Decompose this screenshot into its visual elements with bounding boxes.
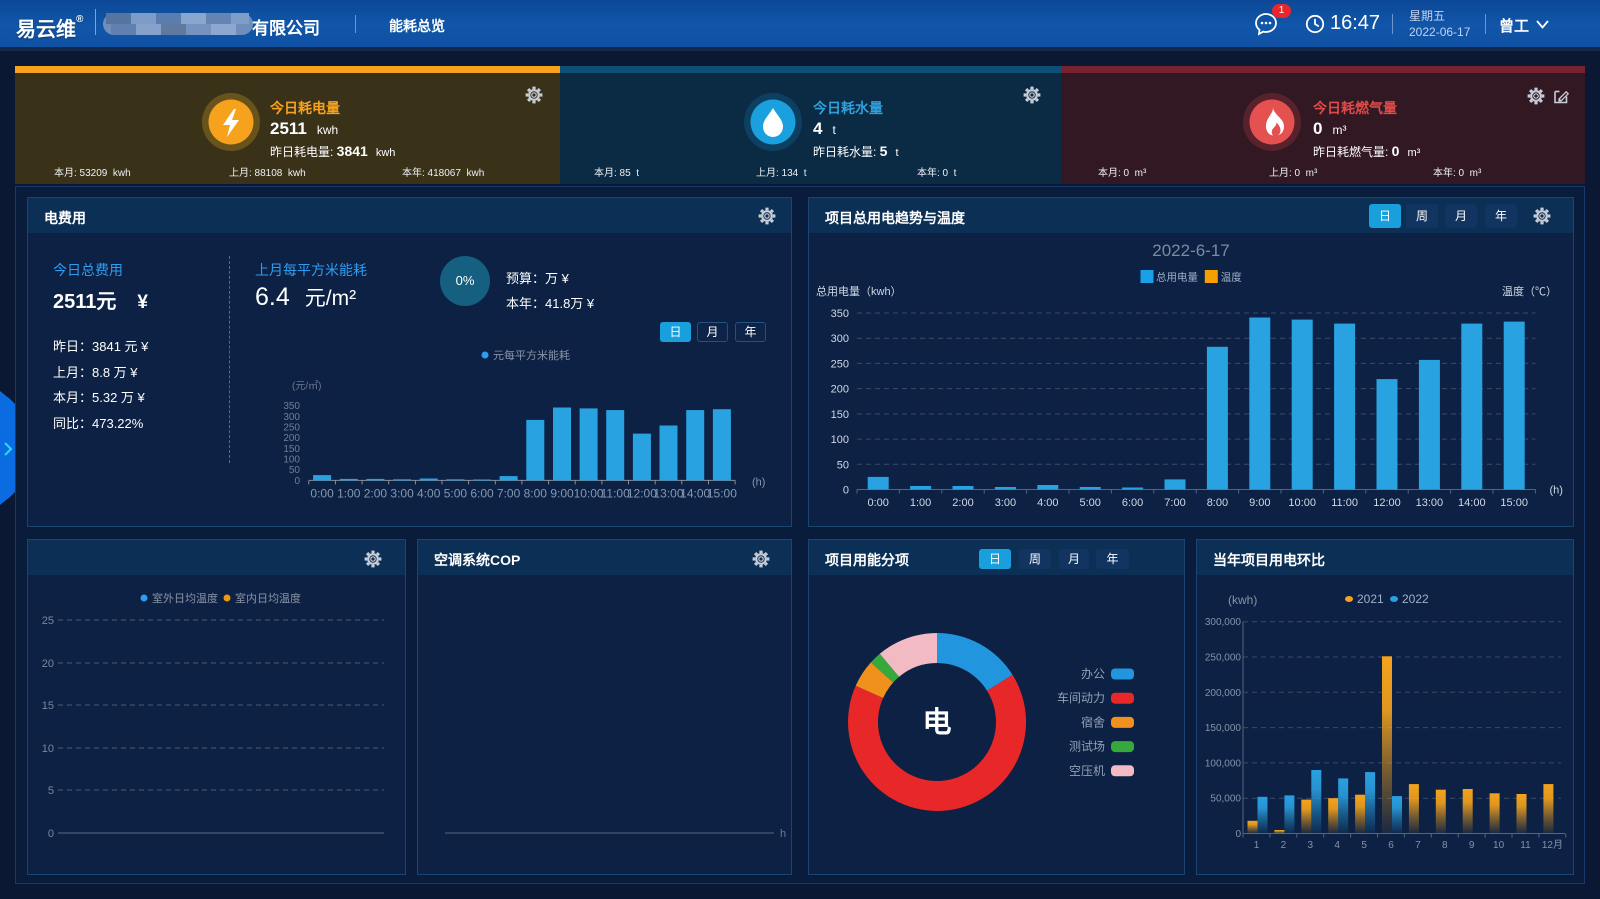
svg-text:2022-6-17: 2022-6-17 <box>1152 241 1230 260</box>
svg-text:5:00: 5:00 <box>1079 497 1100 509</box>
svg-text:150,000: 150,000 <box>1205 723 1242 734</box>
svg-text:11:00: 11:00 <box>1331 497 1358 509</box>
svg-text:6: 6 <box>1388 840 1394 851</box>
svg-text:12月: 12月 <box>1542 839 1563 851</box>
svg-text:8: 8 <box>1442 840 1448 851</box>
svg-text:0:00: 0:00 <box>867 497 888 509</box>
svg-text:4:00: 4:00 <box>417 486 441 500</box>
svg-text:1:00: 1:00 <box>337 486 361 500</box>
svg-text:150: 150 <box>831 409 849 421</box>
svg-text:(元/㎡): (元/㎡) <box>292 380 321 392</box>
svg-text:8:00: 8:00 <box>524 486 548 500</box>
svg-text:0: 0 <box>48 828 54 840</box>
svg-text:车间动力: 车间动力 <box>1057 690 1105 705</box>
svg-text:h: h <box>780 828 786 840</box>
svg-text:7:00: 7:00 <box>1164 497 1185 509</box>
svg-text:室外日均温度: 室外日均温度 <box>152 591 218 605</box>
svg-text:1:00: 1:00 <box>910 497 931 509</box>
svg-text:300,000: 300,000 <box>1205 617 1242 628</box>
svg-text:4: 4 <box>1334 840 1340 851</box>
svg-text:温度: 温度 <box>1221 271 1242 284</box>
svg-text:5: 5 <box>48 785 54 797</box>
svg-text:3:00: 3:00 <box>995 497 1016 509</box>
svg-text:2022: 2022 <box>1402 592 1429 606</box>
svg-text:7:00: 7:00 <box>497 486 521 500</box>
svg-text:250: 250 <box>831 358 849 370</box>
svg-text:300: 300 <box>283 412 300 423</box>
svg-text:10:00: 10:00 <box>574 486 604 500</box>
svg-text:250,000: 250,000 <box>1205 653 1242 664</box>
svg-text:100,000: 100,000 <box>1205 758 1242 769</box>
svg-text:0: 0 <box>843 485 849 497</box>
svg-text:6:00: 6:00 <box>470 486 494 500</box>
svg-text:15:00: 15:00 <box>1500 497 1528 509</box>
svg-text:100: 100 <box>283 455 300 466</box>
svg-text:电: 电 <box>922 706 951 739</box>
svg-text:总用电量: 总用电量 <box>1156 271 1198 284</box>
svg-text:100: 100 <box>831 434 849 446</box>
svg-text:5:00: 5:00 <box>444 486 468 500</box>
svg-text:15: 15 <box>42 700 54 712</box>
svg-text:12:00: 12:00 <box>1373 497 1401 509</box>
svg-text:150: 150 <box>283 444 300 455</box>
svg-text:20: 20 <box>42 658 54 670</box>
svg-text:0:00: 0:00 <box>310 486 334 500</box>
svg-text:8:00: 8:00 <box>1207 497 1228 509</box>
svg-text:3:00: 3:00 <box>390 486 414 500</box>
svg-text:9:00: 9:00 <box>550 486 574 500</box>
svg-text:(h): (h) <box>1550 485 1563 497</box>
svg-text:50,000: 50,000 <box>1210 794 1241 805</box>
svg-text:2:00: 2:00 <box>364 486 388 500</box>
svg-text:4:00: 4:00 <box>1037 497 1058 509</box>
svg-text:6:00: 6:00 <box>1122 497 1143 509</box>
svg-text:2: 2 <box>1281 840 1287 851</box>
svg-text:300: 300 <box>831 333 849 345</box>
svg-text:10: 10 <box>42 743 54 755</box>
svg-text:5: 5 <box>1361 840 1367 851</box>
svg-text:空压机: 空压机 <box>1069 764 1105 778</box>
svg-text:13:00: 13:00 <box>1416 497 1444 509</box>
svg-text:1: 1 <box>1254 840 1260 851</box>
svg-text:11:00: 11:00 <box>601 486 630 500</box>
svg-text:200,000: 200,000 <box>1205 688 1242 699</box>
svg-text:200: 200 <box>283 433 300 444</box>
svg-text:(h): (h) <box>752 476 765 488</box>
svg-text:350: 350 <box>283 401 300 412</box>
svg-text:25: 25 <box>42 615 54 627</box>
svg-text:室内日均温度: 室内日均温度 <box>235 591 301 605</box>
svg-text:14:00: 14:00 <box>1458 497 1486 509</box>
svg-text:宿舍: 宿舍 <box>1081 714 1105 729</box>
svg-text:10: 10 <box>1493 840 1505 851</box>
svg-text:总用电量（kwh）: 总用电量（kwh） <box>816 284 902 298</box>
svg-text:测试场: 测试场 <box>1069 739 1105 754</box>
svg-text:2021: 2021 <box>1357 592 1384 606</box>
svg-text:9: 9 <box>1469 840 1475 851</box>
svg-text:50: 50 <box>289 465 301 476</box>
svg-text:15:00: 15:00 <box>707 486 737 500</box>
svg-text:办公: 办公 <box>1081 666 1105 681</box>
svg-text:250: 250 <box>283 423 300 434</box>
svg-text:50: 50 <box>837 459 849 471</box>
svg-text:11: 11 <box>1520 840 1531 851</box>
svg-text:0: 0 <box>294 476 300 487</box>
svg-text:0: 0 <box>1235 829 1241 840</box>
svg-text:(kwh): (kwh) <box>1228 593 1257 607</box>
svg-text:10:00: 10:00 <box>1288 497 1316 509</box>
svg-text:元每平方米能耗: 元每平方米能耗 <box>493 348 570 362</box>
svg-text:350: 350 <box>831 308 849 320</box>
svg-text:3: 3 <box>1308 840 1314 851</box>
svg-text:200: 200 <box>831 384 849 396</box>
svg-text:2:00: 2:00 <box>952 497 973 509</box>
svg-text:温度（℃）: 温度（℃） <box>1502 284 1557 298</box>
svg-text:9:00: 9:00 <box>1249 497 1270 509</box>
svg-text:7: 7 <box>1415 840 1421 851</box>
